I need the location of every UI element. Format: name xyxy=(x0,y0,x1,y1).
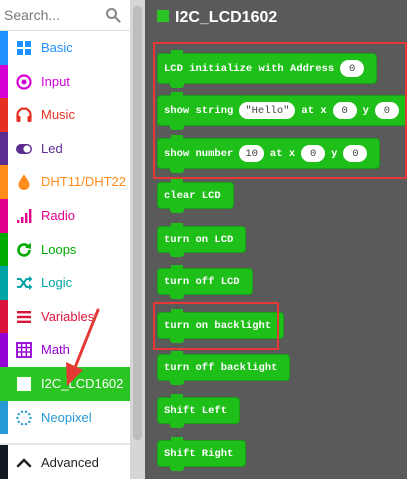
block-value-input[interactable]: 0 xyxy=(301,145,326,162)
block-value-input[interactable]: "Hello" xyxy=(239,102,296,119)
block-text: Shift Right xyxy=(164,447,234,460)
category-stripe xyxy=(0,232,8,267)
block-text: turn on backlight xyxy=(164,319,272,332)
category-label: Logic xyxy=(41,275,73,291)
toolbox-sidebar: Basic Input Music Led DHT11/DHT22 Radio Loops L… xyxy=(0,0,145,479)
category-label: Radio xyxy=(41,207,75,223)
category-stripe xyxy=(0,333,8,367)
search-input[interactable] xyxy=(4,4,100,26)
category-math[interactable]: Math xyxy=(0,333,130,367)
category-stripe xyxy=(0,299,8,334)
category-label: Basic xyxy=(41,40,73,55)
refresh-icon xyxy=(17,242,31,257)
category-loops[interactable]: Loops xyxy=(0,232,130,267)
toolbox-scrollbar-thumb[interactable] xyxy=(133,6,142,440)
block-value-input[interactable]: 0 xyxy=(343,145,368,162)
block-text: y xyxy=(362,104,369,117)
flyout-title: I2C_LCD1602 xyxy=(175,9,278,26)
turn-on-lcd-block[interactable]: turn on LCD xyxy=(157,223,247,257)
block-value-input[interactable]: 0 xyxy=(374,102,399,119)
category-stripe xyxy=(0,400,8,435)
clear-lcd-block[interactable]: clear LCD xyxy=(157,179,234,213)
search-box xyxy=(0,0,130,31)
show-string-block[interactable]: show string "Hello" at x 0y0 xyxy=(157,92,407,130)
category-label: Variables xyxy=(41,308,95,324)
chevron-up-icon xyxy=(16,458,32,468)
category-stripe xyxy=(0,445,8,479)
category-label: Neopixel xyxy=(41,409,92,425)
category-stripe xyxy=(0,131,8,166)
category-color-swatch xyxy=(157,10,169,22)
category-stripe xyxy=(0,198,8,233)
category-stripe xyxy=(0,366,8,401)
category-logic[interactable]: Logic xyxy=(0,266,130,300)
block-value-input[interactable]: 0 xyxy=(340,60,365,77)
category-radio[interactable]: Radio xyxy=(0,198,130,233)
category-i2c-lcd1602[interactable]: I2C_LCD1602 xyxy=(0,366,130,401)
shift-left-block[interactable]: Shift Left xyxy=(157,394,241,428)
list-lines-icon xyxy=(17,310,31,323)
category-variables[interactable]: Variables xyxy=(0,299,130,334)
block-text: y xyxy=(331,147,338,160)
category-label: Loops xyxy=(41,241,77,257)
category-neopixel[interactable]: Neopixel xyxy=(0,400,130,435)
target-icon xyxy=(16,73,32,90)
dotted-circle-icon xyxy=(16,410,32,425)
category-list: Basic Input Music Led DHT11/DHT22 Radio Loops L… xyxy=(0,31,130,435)
category-stripe xyxy=(0,266,8,300)
block-text: clear LCD xyxy=(164,189,221,202)
drop-icon xyxy=(18,174,30,191)
block-text: at x xyxy=(301,104,327,117)
block-text: turn off backlight xyxy=(164,361,278,374)
category-label: I2C_LCD1602 xyxy=(41,375,124,391)
category-stripe xyxy=(0,165,8,199)
category-label: Music xyxy=(41,107,75,123)
grid-icon xyxy=(17,41,31,55)
square-icon xyxy=(17,376,31,391)
category-stripe xyxy=(0,98,8,132)
search-icon[interactable] xyxy=(105,7,121,23)
category-label: Input xyxy=(41,73,70,89)
toggle-icon xyxy=(16,143,32,154)
category-music[interactable]: Music xyxy=(0,98,130,132)
block-text: at x xyxy=(269,147,296,160)
category-advanced[interactable]: Advanced xyxy=(0,443,130,479)
category-stripe xyxy=(0,31,8,65)
shift-right-block[interactable]: Shift Right xyxy=(157,437,247,471)
category-dht11-dht22[interactable]: DHT11/DHT22 xyxy=(0,165,130,199)
headphones-icon xyxy=(16,107,32,123)
block-text: turn on LCD xyxy=(164,233,234,246)
category-input[interactable]: Input xyxy=(0,64,130,99)
block-text: show string xyxy=(164,104,234,117)
turn-off-backlight-block[interactable]: turn off backlight xyxy=(157,351,291,385)
category-label: DHT11/DHT22 xyxy=(41,174,127,190)
category-label-advanced: Advanced xyxy=(41,455,99,470)
block-text: LCD initialize with Address xyxy=(164,62,335,75)
lcd-initialize-block[interactable]: LCD initialize with Address 0 xyxy=(157,50,378,88)
block-text: Shift Left xyxy=(164,404,228,417)
calculator-icon xyxy=(16,342,32,359)
category-basic[interactable]: Basic xyxy=(0,31,130,65)
turn-on-backlight-block[interactable]: turn on backlight xyxy=(157,309,285,343)
category-label: Math xyxy=(41,342,70,358)
block-flyout: I2C_LCD1602 LCD initialize with Address 0… xyxy=(145,0,407,479)
signal-bars-icon xyxy=(17,208,32,223)
category-led[interactable]: Led xyxy=(0,131,130,166)
category-label: Led xyxy=(41,140,63,156)
block-text: turn off LCD xyxy=(164,275,240,288)
category-stripe xyxy=(0,64,8,99)
block-text: show number xyxy=(164,147,234,160)
turn-off-lcd-block[interactable]: turn off LCD xyxy=(157,265,253,299)
show-number-block[interactable]: show number 10 at x 0y0 xyxy=(157,135,381,173)
block-value-input[interactable]: 0 xyxy=(332,102,357,119)
shuffle-icon xyxy=(17,276,33,291)
block-value-input[interactable]: 10 xyxy=(239,145,264,162)
